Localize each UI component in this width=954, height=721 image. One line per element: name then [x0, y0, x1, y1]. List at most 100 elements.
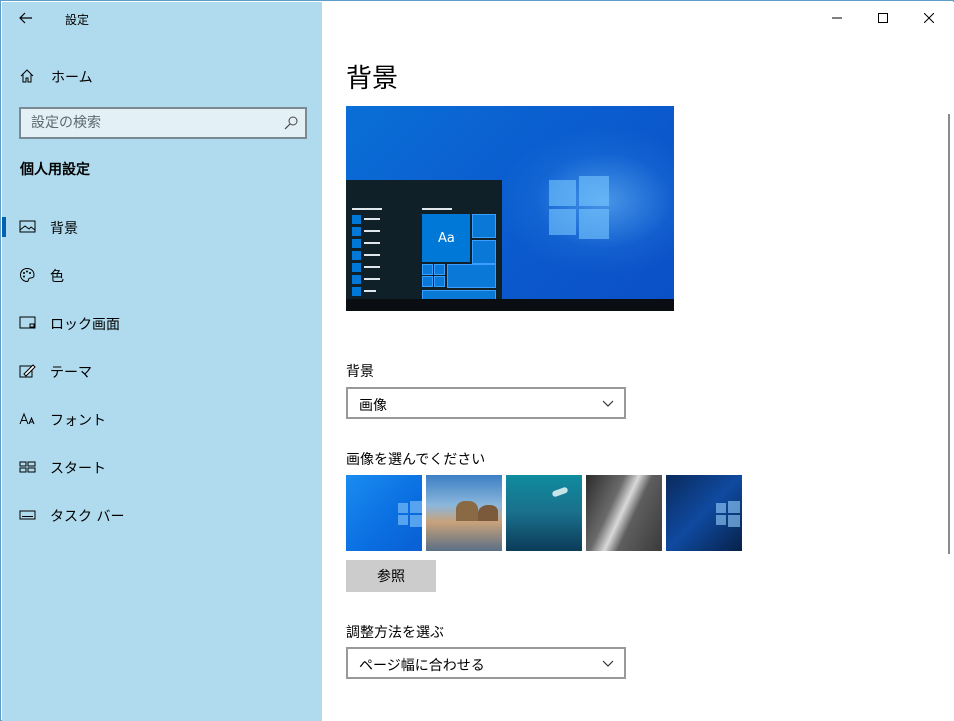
sidebar-item-font[interactable]: フォント	[2, 399, 322, 439]
desktop-preview: Aa	[346, 106, 674, 311]
picture-icon	[19, 220, 36, 233]
chevron-down-icon	[602, 400, 614, 407]
windows-logo-pane	[398, 515, 408, 525]
picture-thumbnail[interactable]	[506, 475, 582, 551]
settings-window: 設定 ホーム 個人用設定 背景	[0, 0, 954, 721]
search-box[interactable]	[19, 107, 307, 139]
menu-line	[364, 254, 380, 256]
theme-brush-icon	[19, 364, 36, 378]
preview-start-menu: Aa	[346, 180, 502, 300]
menu-line	[352, 208, 382, 210]
windows-logo-pane	[410, 501, 422, 513]
sidebar-item-taskbar[interactable]: タスク バー	[2, 495, 322, 535]
home-label: ホーム	[51, 70, 93, 86]
menu-square	[352, 275, 361, 284]
preview-taskbar	[346, 299, 674, 311]
minimize-button[interactable]	[814, 2, 860, 34]
title-bar: 設定	[2, 2, 322, 34]
preview-tile	[472, 240, 496, 264]
page-title: 背景	[346, 64, 399, 94]
windows-logo-pane	[398, 503, 408, 513]
taskbar-icon	[19, 510, 36, 520]
lock-screen-icon	[19, 316, 36, 329]
sidebar-item-theme[interactable]: テーマ	[2, 351, 322, 391]
background-dropdown[interactable]: 画像	[346, 387, 626, 419]
preview-tile	[434, 276, 445, 287]
chevron-down-icon	[602, 660, 614, 667]
sidebar-item-start[interactable]: スタート	[2, 447, 322, 487]
app-title: 設定	[65, 13, 90, 27]
fit-dropdown-value: ページ幅に合わせる	[359, 658, 485, 674]
preview-tile: Aa	[422, 214, 470, 262]
sidebar-item-label: タスク バー	[50, 509, 125, 525]
picture-thumbnail[interactable]	[666, 475, 742, 551]
menu-square	[352, 287, 361, 296]
maximize-icon	[878, 13, 888, 23]
windows-logo-pane	[716, 503, 726, 513]
section-title: 個人用設定	[20, 162, 90, 178]
rock-formation	[478, 505, 498, 521]
sidebar-item-label: テーマ	[50, 365, 92, 381]
menu-line	[364, 218, 380, 220]
back-arrow-icon	[19, 12, 32, 24]
rock-formation	[456, 501, 478, 521]
windows-logo-pane	[410, 515, 422, 527]
menu-square	[352, 263, 361, 272]
maximize-button[interactable]	[860, 2, 906, 34]
search-input[interactable]	[21, 109, 271, 137]
home-icon	[20, 69, 34, 83]
menu-square	[352, 251, 361, 260]
windows-logo-pane	[549, 209, 576, 235]
scrollbar[interactable]	[948, 114, 950, 554]
background-dropdown-value: 画像	[359, 398, 387, 414]
sidebar: 設定 ホーム 個人用設定 背景	[2, 2, 322, 721]
picture-thumbnail[interactable]	[586, 475, 662, 551]
sidebar-item-background[interactable]: 背景	[2, 207, 322, 247]
swimmer-shape	[551, 486, 569, 498]
background-label: 背景	[346, 364, 374, 380]
preview-tile-text: Aa	[438, 231, 455, 246]
windows-logo-pane	[579, 176, 609, 206]
sidebar-item-label: 背景	[50, 221, 78, 237]
search-icon[interactable]	[283, 115, 299, 131]
sidebar-item-lock-screen[interactable]: ロック画面	[2, 303, 322, 343]
preview-tile	[434, 264, 445, 275]
fit-dropdown[interactable]: ページ幅に合わせる	[346, 647, 626, 679]
minimize-icon	[832, 17, 842, 19]
start-icon	[19, 461, 36, 473]
sidebar-item-label: フォント	[50, 413, 106, 429]
back-button[interactable]	[10, 6, 42, 30]
menu-square	[352, 239, 361, 248]
browse-button[interactable]: 参照	[346, 560, 436, 592]
main-content: 背景 Aa 背景 画像 画像を選んでください 参照 調整方法を選ぶ ページ幅に合…	[322, 2, 954, 721]
choose-picture-label: 画像を選んでください	[346, 452, 486, 468]
close-icon	[924, 13, 934, 23]
palette-icon	[19, 267, 35, 283]
sidebar-item-home[interactable]: ホーム	[2, 58, 322, 94]
menu-square	[352, 227, 361, 236]
close-button[interactable]	[906, 2, 952, 34]
menu-line	[364, 230, 380, 232]
windows-logo-pane	[728, 515, 740, 527]
menu-square	[352, 215, 361, 224]
selection-indicator	[2, 217, 6, 237]
preview-tile	[472, 214, 496, 238]
sidebar-item-label: スタート	[50, 461, 106, 477]
menu-line	[364, 242, 380, 244]
menu-line	[364, 290, 376, 292]
picture-thumbnail[interactable]	[426, 475, 502, 551]
window-controls	[814, 2, 952, 34]
menu-line	[364, 278, 380, 280]
menu-line	[422, 208, 452, 210]
windows-logo-pane	[549, 180, 576, 206]
picture-thumbnail[interactable]	[346, 475, 422, 551]
menu-line	[364, 266, 380, 268]
preview-tile	[422, 276, 433, 287]
sidebar-item-color[interactable]: 色	[2, 255, 322, 295]
font-icon	[19, 412, 35, 425]
windows-logo-pane	[579, 209, 609, 239]
sidebar-item-label: 色	[50, 269, 64, 285]
sidebar-item-label: ロック画面	[50, 317, 120, 333]
fit-label: 調整方法を選ぶ	[346, 625, 444, 641]
preview-tile	[422, 264, 433, 275]
